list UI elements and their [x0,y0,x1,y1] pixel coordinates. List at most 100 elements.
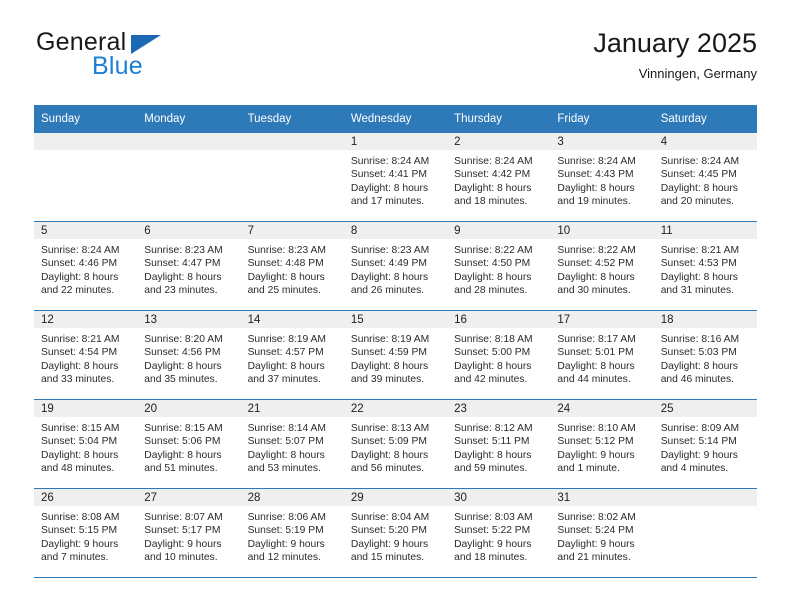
weekday-header-monday: Monday [137,105,241,133]
sunset-text: Sunset: 5:11 PM [454,436,530,448]
day-details: Sunrise: 8:24 AM Sunset: 4:41 PM Daylight:… [344,150,447,209]
daylight-text-line1: Daylight: 8 hours [350,449,429,461]
calendar-day-cell[interactable]: 15 Sunrise: 8:19 AM Sunset: 4:59 PM Dayligh… [343,310,448,400]
general-blue-logo[interactable]: General Blue [34,28,274,86]
day-details: Sunrise: 8:24 AM Sunset: 4:45 PM Daylight:… [654,150,757,209]
sunrise-text: Sunrise: 8:19 AM [350,334,430,345]
daylight-text-line2: and 17 minutes. [350,196,425,208]
sunrise-text: Sunrise: 8:24 AM [557,156,636,167]
calendar-cell-empty [653,488,757,578]
daylight-text-line1: Daylight: 8 hours [41,360,119,372]
day-details: Sunrise: 8:02 AM Sunset: 5:24 PM Daylight:… [550,506,653,565]
day-cell-inner: 14 Sunrise: 8:19 AM Sunset: 4:57 PM Dayligh… [240,311,344,399]
calendar-day-cell[interactable]: 10 Sunrise: 8:22 AM Sunset: 4:52 PM Dayligh… [550,221,654,311]
daylight-text-line1: Daylight: 8 hours [557,360,635,372]
daylight-text-line1: Daylight: 9 hours [247,538,325,550]
day-details: Sunrise: 8:12 AM Sunset: 5:11 PM Daylight:… [447,417,550,476]
day-number: 9 [447,222,551,239]
calendar-day-cell[interactable]: 18 Sunrise: 8:16 AM Sunset: 5:03 PM Dayligh… [653,310,757,400]
daylight-text-line2: and 51 minutes. [144,463,218,475]
day-cell-inner: 17 Sunrise: 8:17 AM Sunset: 5:01 PM Dayligh… [550,311,654,399]
calendar-day-cell[interactable]: 21 Sunrise: 8:14 AM Sunset: 5:07 PM Dayligh… [240,399,344,489]
sunset-text: Sunset: 4:41 PM [350,169,427,181]
sunrise-text: Sunrise: 8:18 AM [454,334,533,345]
calendar-day-cell[interactable]: 8 Sunrise: 8:23 AM Sunset: 4:49 PM Daylight… [343,221,448,311]
calendar-day-cell[interactable]: 7 Sunrise: 8:23 AM Sunset: 4:48 PM Daylight… [240,221,344,311]
day-details: Sunrise: 8:21 AM Sunset: 4:54 PM Daylight:… [34,328,137,387]
calendar-day-cell[interactable]: 4 Sunrise: 8:24 AM Sunset: 4:45 PM Daylight… [653,133,757,222]
sunrise-text: Sunrise: 8:19 AM [247,334,326,345]
calendar-day-cell[interactable]: 24 Sunrise: 8:10 AM Sunset: 5:12 PM Dayligh… [550,399,654,489]
calendar-week-row: 12 Sunrise: 8:21 AM Sunset: 4:54 PM Dayligh… [34,310,757,400]
sunset-text: Sunset: 4:56 PM [144,347,221,359]
calendar-day-cell[interactable]: 13 Sunrise: 8:20 AM Sunset: 4:56 PM Dayligh… [137,310,241,400]
sunset-text: Sunset: 5:15 PM [41,525,118,537]
calendar-day-cell[interactable]: 14 Sunrise: 8:19 AM Sunset: 4:57 PM Dayligh… [240,310,344,400]
daylight-text-line2: and 33 minutes. [41,374,115,386]
day-details: Sunrise: 8:16 AM Sunset: 5:03 PM Daylight:… [654,328,757,387]
day-cell-inner [34,133,138,221]
title-block: January 2025 Vinningen, Germany [593,28,757,81]
calendar-day-cell[interactable]: 5 Sunrise: 8:24 AM Sunset: 4:46 PM Daylight… [34,221,138,311]
calendar-day-cell[interactable]: 3 Sunrise: 8:24 AM Sunset: 4:43 PM Daylight… [550,133,654,222]
calendar-day-cell[interactable]: 6 Sunrise: 8:23 AM Sunset: 4:47 PM Daylight… [137,221,241,311]
calendar-day-cell[interactable]: 31 Sunrise: 8:02 AM Sunset: 5:24 PM Dayligh… [550,488,654,578]
day-details: Sunrise: 8:17 AM Sunset: 5:01 PM Daylight:… [550,328,653,387]
day-cell-inner: 24 Sunrise: 8:10 AM Sunset: 5:12 PM Dayligh… [550,400,654,488]
day-number [34,133,138,150]
day-number: 15 [343,311,448,328]
day-cell-inner: 26 Sunrise: 8:08 AM Sunset: 5:15 PM Dayligh… [34,489,138,577]
calendar-day-cell[interactable]: 26 Sunrise: 8:08 AM Sunset: 5:15 PM Dayligh… [34,488,138,578]
day-details: Sunrise: 8:23 AM Sunset: 4:48 PM Daylight:… [241,239,344,298]
daylight-text-line2: and 22 minutes. [41,285,115,297]
sunset-text: Sunset: 4:57 PM [247,347,324,359]
calendar-day-cell[interactable]: 25 Sunrise: 8:09 AM Sunset: 5:14 PM Dayligh… [653,399,757,489]
daylight-text-line2: and 10 minutes. [144,552,218,564]
day-cell-inner: 31 Sunrise: 8:02 AM Sunset: 5:24 PM Dayligh… [550,489,654,577]
calendar-day-cell[interactable]: 12 Sunrise: 8:21 AM Sunset: 4:54 PM Dayligh… [34,310,138,400]
daylight-text-line1: Daylight: 8 hours [350,182,429,194]
sunrise-text: Sunrise: 8:14 AM [247,423,326,434]
calendar-day-cell[interactable]: 28 Sunrise: 8:06 AM Sunset: 5:19 PM Dayligh… [240,488,344,578]
sunrise-text: Sunrise: 8:15 AM [144,423,223,434]
day-details: Sunrise: 8:03 AM Sunset: 5:22 PM Daylight:… [447,506,550,565]
day-number: 2 [447,133,551,150]
day-number: 22 [343,400,448,417]
calendar-day-cell[interactable]: 22 Sunrise: 8:13 AM Sunset: 5:09 PM Dayligh… [343,399,448,489]
calendar-week-row: 5 Sunrise: 8:24 AM Sunset: 4:46 PM Daylight… [34,221,757,311]
calendar-day-cell[interactable]: 20 Sunrise: 8:15 AM Sunset: 5:06 PM Dayligh… [137,399,241,489]
calendar-day-cell[interactable]: 16 Sunrise: 8:18 AM Sunset: 5:00 PM Dayligh… [447,310,551,400]
calendar-day-cell[interactable]: 27 Sunrise: 8:07 AM Sunset: 5:17 PM Dayligh… [137,488,241,578]
calendar-day-cell[interactable]: 1 Sunrise: 8:24 AM Sunset: 4:41 PM Daylight… [343,133,448,222]
sunrise-text: Sunrise: 8:10 AM [557,423,636,434]
day-cell-inner: 8 Sunrise: 8:23 AM Sunset: 4:49 PM Daylight… [343,222,448,310]
calendar-day-cell[interactable]: 19 Sunrise: 8:15 AM Sunset: 5:04 PM Dayligh… [34,399,138,489]
day-details: Sunrise: 8:21 AM Sunset: 4:53 PM Daylight:… [654,239,757,298]
daylight-text-line1: Daylight: 8 hours [454,182,532,194]
calendar-day-cell[interactable]: 11 Sunrise: 8:21 AM Sunset: 4:53 PM Dayligh… [653,221,757,311]
weekday-header-sunday: Sunday [34,105,138,133]
day-number: 11 [653,222,757,239]
calendar-day-cell[interactable]: 9 Sunrise: 8:22 AM Sunset: 4:50 PM Daylight… [447,221,551,311]
daylight-text-line1: Daylight: 8 hours [247,271,325,283]
calendar-day-cell[interactable]: 2 Sunrise: 8:24 AM Sunset: 4:42 PM Daylight… [447,133,551,222]
sunrise-text: Sunrise: 8:03 AM [454,512,533,523]
day-details: Sunrise: 8:19 AM Sunset: 4:57 PM Daylight:… [241,328,344,387]
sunrise-text: Sunrise: 8:21 AM [660,245,740,256]
day-cell-inner: 27 Sunrise: 8:07 AM Sunset: 5:17 PM Dayligh… [137,489,241,577]
sunset-text: Sunset: 5:24 PM [557,525,634,537]
day-number [653,489,757,506]
sunrise-text: Sunrise: 8:21 AM [41,334,120,345]
daylight-text-line1: Daylight: 9 hours [557,449,635,461]
daylight-text-line2: and 59 minutes. [454,463,528,475]
sunset-text: Sunset: 4:53 PM [660,258,737,270]
day-details: Sunrise: 8:09 AM Sunset: 5:14 PM Daylight:… [654,417,757,476]
sunrise-text: Sunrise: 8:08 AM [41,512,120,523]
calendar-day-cell[interactable]: 17 Sunrise: 8:17 AM Sunset: 5:01 PM Dayligh… [550,310,654,400]
day-cell-inner: 6 Sunrise: 8:23 AM Sunset: 4:47 PM Daylight… [137,222,241,310]
calendar-day-cell[interactable]: 30 Sunrise: 8:03 AM Sunset: 5:22 PM Dayligh… [447,488,551,578]
calendar-day-cell[interactable]: 29 Sunrise: 8:04 AM Sunset: 5:20 PM Dayligh… [343,488,448,578]
sunrise-text: Sunrise: 8:22 AM [454,245,533,256]
calendar-day-cell[interactable]: 23 Sunrise: 8:12 AM Sunset: 5:11 PM Dayligh… [447,399,551,489]
sunset-text: Sunset: 4:47 PM [144,258,221,270]
